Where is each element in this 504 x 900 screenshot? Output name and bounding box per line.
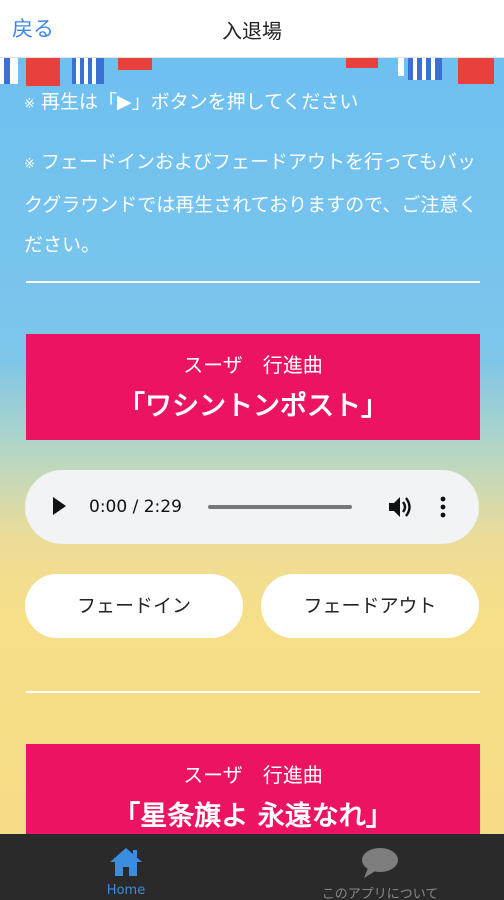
page-title: 入退場 xyxy=(222,19,282,43)
play-instruction-text: 再生は「▶」ボタンを押してください xyxy=(40,91,359,113)
progress-slider[interactable] xyxy=(208,505,352,509)
tab-home[interactable]: Home xyxy=(76,834,176,900)
track-title: 「星条旗よ 永遠なれ」 xyxy=(113,801,393,832)
section-divider xyxy=(26,281,480,283)
note-mark: ※ xyxy=(24,97,35,112)
tab-about-app[interactable]: このアプリについて xyxy=(290,834,470,900)
play-icon[interactable] xyxy=(53,497,66,515)
tab-home-label: Home xyxy=(106,883,146,898)
section-divider xyxy=(26,691,480,693)
track-title-banner: スーザ 行進曲 「星条旗よ 永遠なれ」 xyxy=(26,744,480,834)
note-mark: ※ xyxy=(24,157,35,172)
play-instruction-note: ※ 再生は「▶」ボタンを押してください xyxy=(24,82,484,125)
track-composer: スーザ 行進曲 xyxy=(183,353,323,377)
bottom-tab-bar: Home このアプリについて xyxy=(0,834,504,900)
chat-bubble-icon xyxy=(362,848,398,878)
track-composer: スーザ 行進曲 xyxy=(183,763,323,787)
playback-time: 0:00 / 2:29 xyxy=(89,497,182,517)
tab-about-app-label: このアプリについて xyxy=(321,887,439,900)
content-scroll-area[interactable]: ※ 再生は「▶」ボタンを押してください ※ フェードインおよびフェードアウトを行… xyxy=(0,58,504,834)
volume-icon[interactable] xyxy=(387,495,413,519)
navigation-bar: 戻る 入退場 xyxy=(0,0,504,58)
track-title-banner: スーザ 行進曲 「ワシントンポスト」 xyxy=(26,334,480,440)
fade-out-button[interactable]: フェードアウト xyxy=(261,574,479,638)
more-options-icon[interactable] xyxy=(435,494,451,520)
track-title: 「ワシントンポスト」 xyxy=(118,391,388,422)
audio-player: 0:00 / 2:29 xyxy=(25,470,479,544)
fade-warning-note: ※ フェードインおよびフェードアウトを行ってもバックグラウンドでは再生されており… xyxy=(24,142,484,265)
fade-in-button[interactable]: フェードイン xyxy=(25,574,243,638)
home-icon xyxy=(110,848,142,876)
fade-warning-text: フェードインおよびフェードアウトを行ってもバックグラウンドでは再生されております… xyxy=(24,151,478,256)
